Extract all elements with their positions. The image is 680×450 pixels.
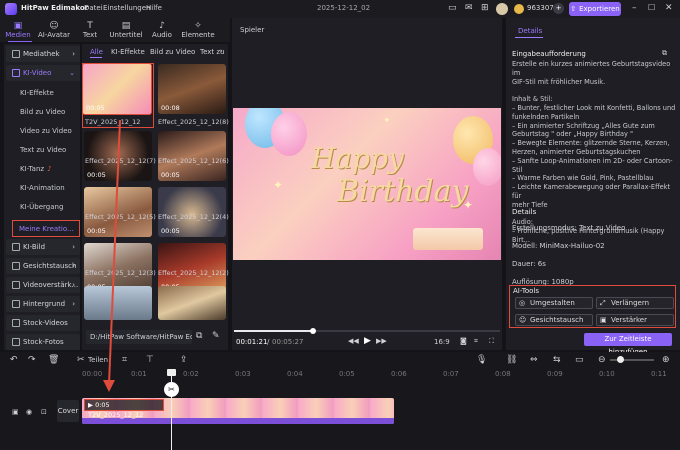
arrow-head	[103, 380, 115, 392]
arrow-line	[108, 119, 121, 385]
annotation-arrow	[103, 119, 121, 392]
